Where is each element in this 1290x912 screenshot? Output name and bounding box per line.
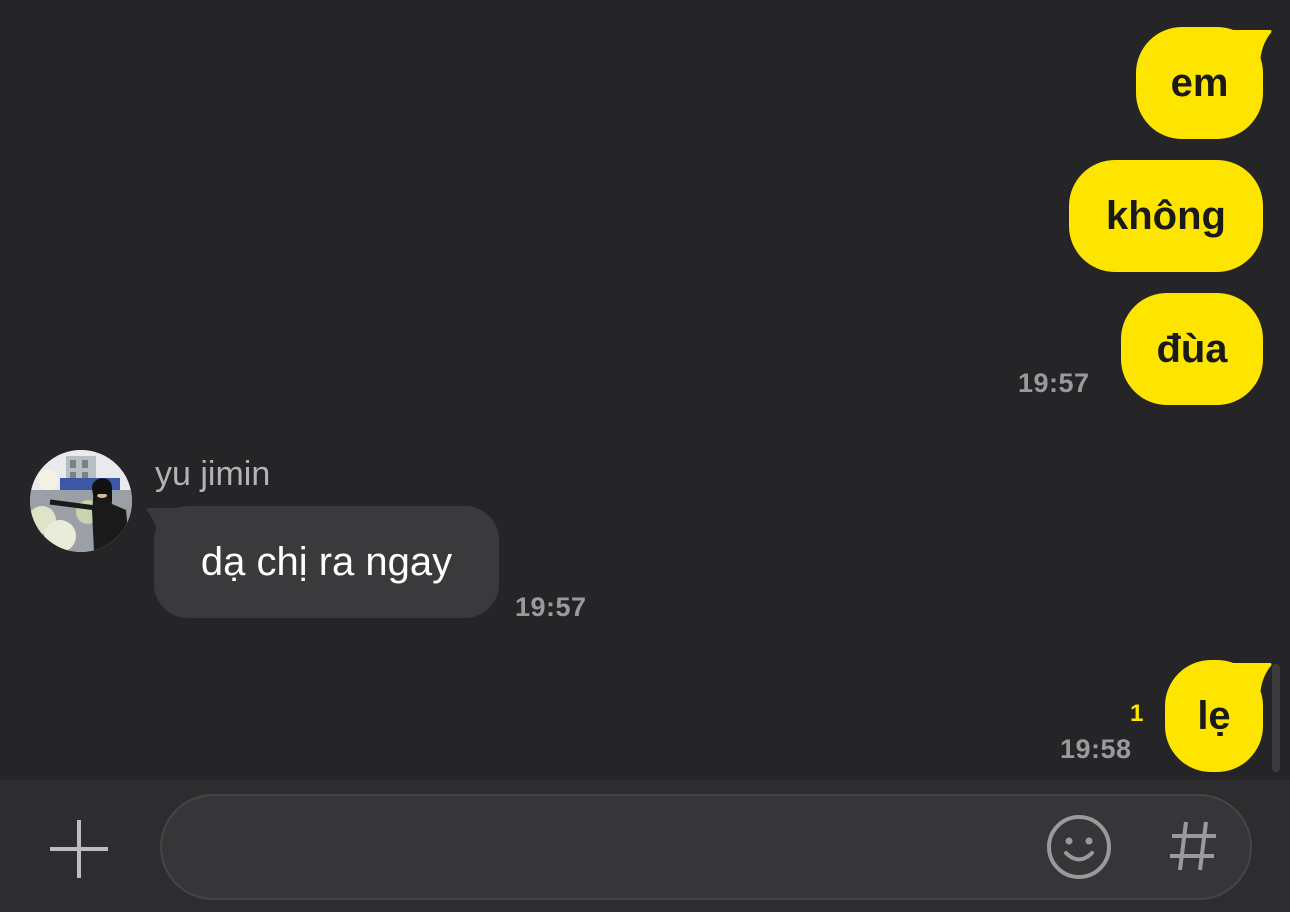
smiley-icon	[1047, 815, 1111, 879]
scrollbar[interactable]	[1272, 664, 1280, 772]
hashtag-button[interactable]	[1168, 818, 1218, 874]
profile-photo-icon	[30, 450, 132, 552]
my-message-bubble[interactable]: không	[1069, 160, 1263, 272]
bubble-tail	[1232, 30, 1272, 68]
emoji-button[interactable]	[1044, 812, 1114, 882]
message-timestamp: 19:57	[515, 592, 587, 622]
my-message-bubble[interactable]: đùa	[1121, 293, 1263, 405]
message-timestamp: 19:58	[1060, 734, 1132, 764]
message-list[interactable]: em không đùa 19:57 yu jimin dạ chị ra ng…	[0, 0, 1290, 780]
received-message-bubble[interactable]: dạ chị ra ngay	[154, 506, 499, 618]
message-text: lẹ	[1197, 694, 1231, 738]
sender-name: yu jimin	[155, 455, 271, 493]
message-timestamp: 19:57	[1018, 368, 1090, 398]
profile-avatar[interactable]	[30, 450, 132, 552]
message-text: đùa	[1156, 327, 1228, 371]
message-text: dạ chị ra ngay	[200, 540, 453, 584]
bubble-tail	[1232, 663, 1272, 701]
message-text: không	[1106, 194, 1226, 238]
chat-screen: em không đùa 19:57 yu jimin dạ chị ra ng…	[0, 0, 1290, 912]
unread-count: 1	[1130, 700, 1144, 727]
plus-icon	[50, 820, 108, 878]
attach-button[interactable]	[44, 814, 114, 884]
message-text: em	[1170, 61, 1229, 105]
hash-icon	[1170, 821, 1216, 871]
message-input-bar	[0, 780, 1290, 912]
